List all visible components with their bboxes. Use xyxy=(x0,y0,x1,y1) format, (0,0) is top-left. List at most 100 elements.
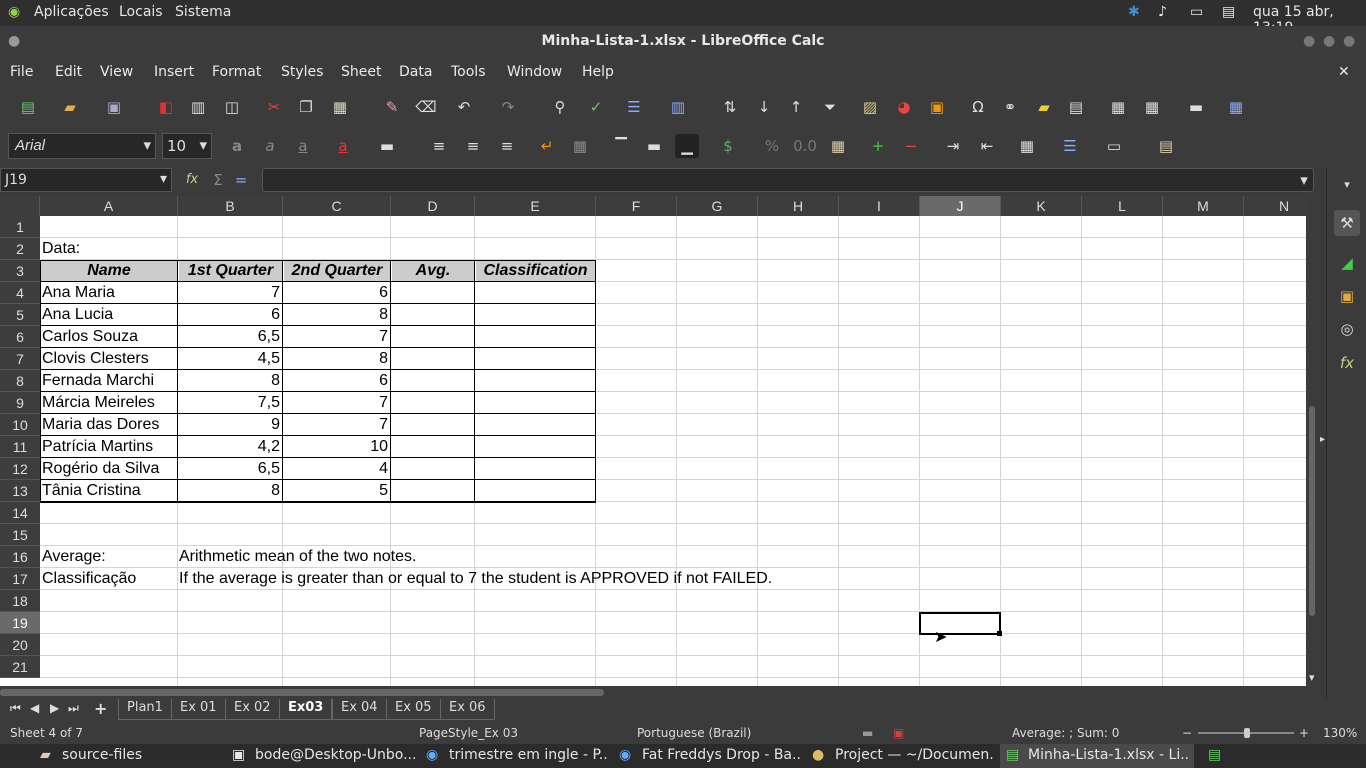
minimize-icon[interactable]: ● xyxy=(1303,26,1315,56)
italic-icon[interactable]: a xyxy=(258,134,282,158)
row-header[interactable]: 18 xyxy=(0,590,40,612)
quarter-2-cell[interactable]: 5 xyxy=(283,480,390,502)
formula-input[interactable] xyxy=(262,168,1314,192)
sheet-tab-ex-01[interactable]: Ex 01 xyxy=(171,699,226,720)
function-wizard-icon[interactable]: fx xyxy=(180,168,204,192)
quarter-2-cell[interactable]: 6 xyxy=(283,282,390,304)
student-name-cell[interactable]: Ana Lucia xyxy=(40,304,177,326)
quarter-2-cell[interactable]: 8 xyxy=(283,304,390,326)
pivot-table-icon[interactable]: ▣ xyxy=(925,95,949,119)
column-header-h[interactable]: H xyxy=(758,196,839,216)
column-header-l[interactable]: L xyxy=(1082,196,1163,216)
quarter-2-cell[interactable]: 7 xyxy=(283,392,390,414)
formula-icon[interactable]: = xyxy=(229,168,253,192)
first-sheet-icon[interactable]: ⏮ xyxy=(10,701,21,716)
column-header-d[interactable]: D xyxy=(391,196,475,216)
undo-icon[interactable]: ↶ xyxy=(452,95,476,119)
special-character-icon[interactable]: Ω xyxy=(966,95,990,119)
system-menu[interactable]: Sistema xyxy=(175,4,231,20)
increase-indent-icon[interactable]: ⇥ xyxy=(941,134,965,158)
column-header-j[interactable]: J xyxy=(920,196,1001,216)
column-icon[interactable]: ▥ xyxy=(666,95,690,119)
system-logo-icon[interactable]: ◉ xyxy=(8,4,20,20)
quarter-1-cell[interactable]: 9 xyxy=(178,414,282,436)
quarter-1-cell[interactable]: 8 xyxy=(178,370,282,392)
row-header[interactable]: 5 xyxy=(0,304,40,326)
task-calc[interactable]: Minha-Lista-1.xlsx - Li... xyxy=(1028,747,1188,763)
print-icon[interactable]: ▥ xyxy=(186,95,210,119)
student-name-cell[interactable]: Patrícia Martins xyxy=(40,436,177,458)
define-print-area-icon[interactable]: ▦ xyxy=(1106,95,1130,119)
spelling-icon[interactable]: ✓ xyxy=(584,95,608,119)
date-format-icon[interactable]: ▦ xyxy=(826,134,850,158)
quarter-1-cell[interactable]: 4,5 xyxy=(178,348,282,370)
menu-sheet[interactable]: Sheet xyxy=(341,64,381,80)
student-name-cell[interactable]: Carlos Souza xyxy=(40,326,177,348)
sort-descending-icon[interactable]: ↑ xyxy=(784,95,808,119)
menu-help[interactable]: Help xyxy=(582,64,614,80)
align-top-icon[interactable]: ▔ xyxy=(609,134,633,158)
student-name-cell[interactable]: Tânia Cristina xyxy=(40,480,177,502)
zoom-slider[interactable] xyxy=(1198,728,1294,738)
align-right-icon[interactable]: ≡ xyxy=(495,134,519,158)
menu-view[interactable]: View xyxy=(100,64,133,80)
zoom-out-icon[interactable]: − xyxy=(1182,726,1192,740)
column-header-e[interactable]: E xyxy=(475,196,596,216)
functions-icon[interactable]: fx xyxy=(1334,350,1360,376)
places-menu[interactable]: Locais xyxy=(119,4,163,20)
sheet-tab-ex-06[interactable]: Ex 06 xyxy=(440,699,495,720)
vertical-scrollbar[interactable]: ▾ ▸ xyxy=(1306,196,1326,686)
expand-formula-bar-icon[interactable]: ▾ xyxy=(1292,168,1316,192)
task-source-files[interactable]: source-files xyxy=(62,747,142,763)
close-document-icon[interactable]: ✕ xyxy=(1338,64,1350,80)
quarter-1-cell[interactable]: 4,2 xyxy=(178,436,282,458)
add-sheet-icon[interactable]: + xyxy=(94,699,107,718)
column-header-a[interactable]: A xyxy=(40,196,178,216)
menu-edit[interactable]: Edit xyxy=(55,64,82,80)
task-terminal[interactable]: bode@Desktop-Unbo... xyxy=(255,747,415,763)
page-style[interactable]: PageStyle_Ex 03 xyxy=(419,726,518,740)
note-classification-label[interactable]: Classificação xyxy=(40,568,138,590)
language[interactable]: Portuguese (Brazil) xyxy=(637,726,751,740)
align-center-icon[interactable]: ≡ xyxy=(461,134,485,158)
zoom-in-icon[interactable]: + xyxy=(1299,726,1309,740)
student-name-cell[interactable]: Márcia Meireles xyxy=(40,392,177,414)
comment-icon[interactable]: ▰ xyxy=(1032,95,1056,119)
row-header[interactable]: 4 xyxy=(0,282,40,304)
column-header-m[interactable]: M xyxy=(1163,196,1244,216)
cut-icon[interactable]: ✂ xyxy=(262,95,286,119)
quarter-1-cell[interactable]: 6,5 xyxy=(178,458,282,480)
note-average-text[interactable]: Arithmetic mean of the two notes. xyxy=(177,546,418,568)
row-header[interactable]: 1 xyxy=(0,216,40,238)
sort-ascending-icon[interactable]: ↓ xyxy=(752,95,776,119)
note-classification-text[interactable]: If the average is greater than or equal … xyxy=(177,568,774,590)
copy-icon[interactable]: ❐ xyxy=(294,95,318,119)
sheet-tab-ex-05[interactable]: Ex 05 xyxy=(386,699,441,720)
column-header-c[interactable]: C xyxy=(283,196,391,216)
header-footer-icon[interactable]: ▤ xyxy=(1064,95,1088,119)
align-left-icon[interactable]: ≡ xyxy=(427,134,451,158)
hyperlink-icon[interactable]: ⚭ xyxy=(998,95,1022,119)
borders-icon[interactable]: ▦ xyxy=(1015,134,1039,158)
maximize-icon[interactable]: ● xyxy=(1323,26,1335,56)
zoom-slider-handle[interactable] xyxy=(1244,728,1250,738)
row-header[interactable]: 17 xyxy=(0,568,40,590)
new-document-icon[interactable]: ▤ xyxy=(16,95,40,119)
task-browser-2[interactable]: Fat Freddys Drop - Ba... xyxy=(642,747,802,763)
quarter-2-cell[interactable]: 7 xyxy=(283,414,390,436)
column-header-g[interactable]: G xyxy=(677,196,758,216)
header-average[interactable]: Avg. xyxy=(392,260,474,282)
header-classification[interactable]: Classification xyxy=(476,260,595,282)
quarter-1-cell[interactable]: 8 xyxy=(178,480,282,502)
quarter-2-cell[interactable]: 10 xyxy=(283,436,390,458)
sum-icon[interactable]: Σ xyxy=(206,168,230,192)
zoom-level[interactable]: 130% xyxy=(1323,726,1357,740)
spreadsheet-grid[interactable]: A B C D E F G H I J K L M N 1 2 3 4 5 6 … xyxy=(0,196,1306,686)
last-sheet-icon[interactable]: ⏭ xyxy=(68,701,79,716)
calc-launcher-icon[interactable]: ▤ xyxy=(1208,747,1221,763)
scroll-down-icon[interactable]: ▾ xyxy=(1309,671,1315,684)
row-header[interactable]: 15 xyxy=(0,524,40,546)
sidebar-toggle-icon[interactable]: ▸ xyxy=(1320,434,1325,445)
network-icon[interactable]: ▤ xyxy=(1222,4,1235,20)
sidebar-menu-icon[interactable]: ▾ xyxy=(1334,172,1360,198)
